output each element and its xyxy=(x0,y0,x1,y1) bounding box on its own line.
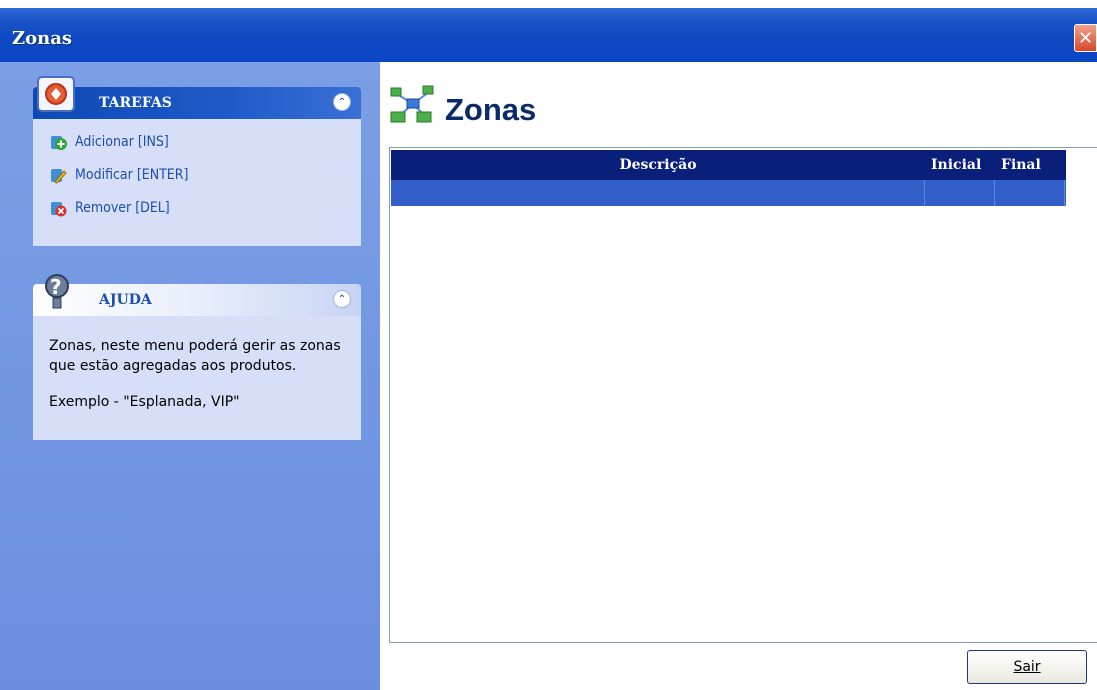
tasks-panel-header[interactable]: TAREFAS ⌃ xyxy=(33,76,361,119)
tasks-panel-title: TAREFAS xyxy=(99,95,172,111)
exit-button-label: Sair xyxy=(1013,659,1041,675)
column-header-descricao[interactable]: Descrição xyxy=(391,150,925,180)
remove-icon xyxy=(51,201,67,216)
task-modify[interactable]: Modificar [ENTER] xyxy=(49,158,345,191)
window-title: Zonas xyxy=(12,28,73,49)
help-collapse-button[interactable]: ⌃ xyxy=(333,290,351,308)
zones-table[interactable]: Descrição Inicial Final xyxy=(389,147,1097,643)
task-remove[interactable]: Remover [DEL] xyxy=(49,191,345,224)
help-panel-body: Zonas, neste menu poderá gerir as zonas … xyxy=(33,316,361,440)
chevron-up-icon: ⌃ xyxy=(337,96,347,108)
tasks-panel: TAREFAS ⌃ Adicionar [INS] Modificar [ENT xyxy=(33,76,361,246)
close-icon: ✕ xyxy=(1077,27,1094,49)
help-panel: ? AJUDA ⌃ Zonas, neste menu poderá gerir… xyxy=(33,274,361,440)
help-icon: ? xyxy=(45,274,69,309)
help-panel-title: AJUDA xyxy=(99,292,152,308)
zones-network-icon xyxy=(390,85,434,123)
edit-icon xyxy=(51,168,67,184)
task-modify-label: Modificar [ENTER] xyxy=(75,166,189,183)
table-row[interactable] xyxy=(391,180,1066,206)
add-icon xyxy=(51,135,67,150)
help-text: Zonas, neste menu poderá gerir as zonas … xyxy=(49,336,345,412)
table-header: Descrição Inicial Final xyxy=(391,150,1066,180)
close-button[interactable]: ✕ xyxy=(1074,24,1097,52)
help-panel-header[interactable]: ? AJUDA ⌃ xyxy=(33,274,361,316)
help-description: Zonas, neste menu poderá gerir as zonas … xyxy=(49,338,341,374)
exit-button[interactable]: Sair xyxy=(967,650,1087,684)
svg-text:?: ? xyxy=(50,275,62,299)
title-bar: Zonas ✕ xyxy=(0,0,1097,62)
task-add-label: Adicionar [INS] xyxy=(75,133,169,150)
page-title: Zonas xyxy=(445,92,537,127)
task-remove-label: Remover [DEL] xyxy=(75,199,170,216)
cell-final xyxy=(995,180,1065,206)
column-header-inicial[interactable]: Inicial xyxy=(925,150,995,180)
help-example: Exemplo - "Esplanada, VIP" xyxy=(49,394,240,410)
sidebar: TAREFAS ⌃ Adicionar [INS] Modificar [ENT xyxy=(0,62,380,690)
tasks-panel-body: Adicionar [INS] Modificar [ENTER] Remove… xyxy=(33,119,361,246)
cell-inicial xyxy=(925,180,995,206)
tasks-panel-icon xyxy=(37,76,75,112)
chevron-up-icon: ⌃ xyxy=(337,293,347,305)
task-add[interactable]: Adicionar [INS] xyxy=(49,125,345,158)
tasks-collapse-button[interactable]: ⌃ xyxy=(333,93,351,111)
column-header-final[interactable]: Final xyxy=(995,150,1065,180)
cell-descricao xyxy=(391,180,925,206)
